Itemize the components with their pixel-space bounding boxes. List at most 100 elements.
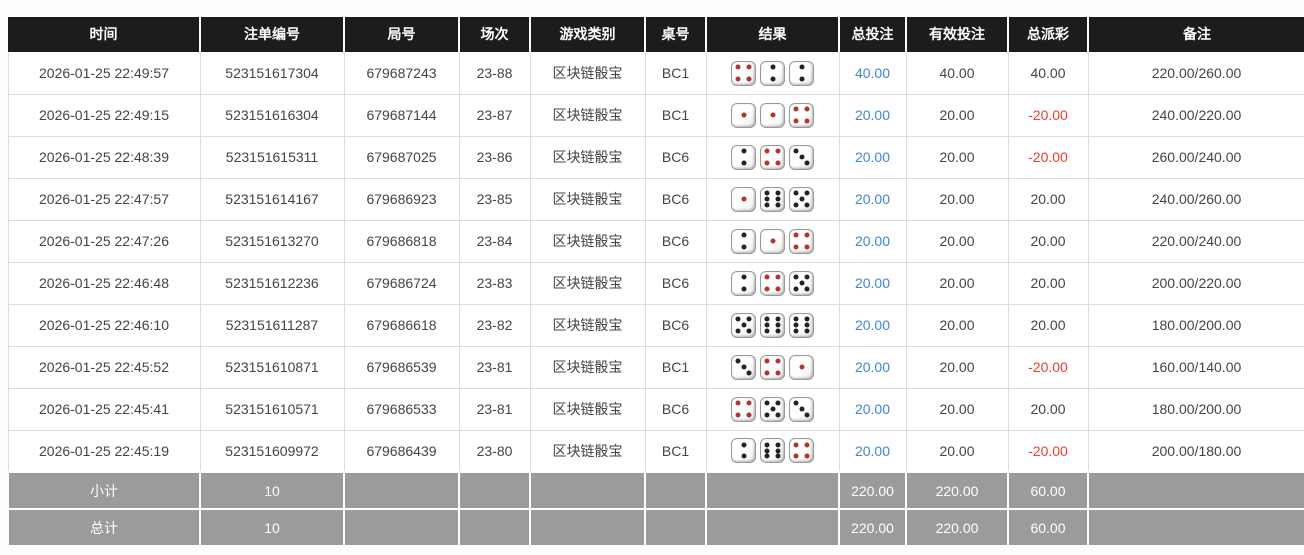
die-4 (760, 144, 785, 170)
cell-total-payout: 20.00 (1007, 387, 1089, 431)
die-pip (775, 412, 781, 418)
cell-total-bet[interactable]: 20.00 (838, 303, 907, 347)
die-6 (760, 438, 785, 464)
cell-total-bet[interactable]: 20.00 (838, 219, 907, 263)
cell-session: 23-81 (458, 387, 531, 431)
cell-bet-id: 523151616304 (199, 93, 345, 137)
die-4 (789, 228, 814, 254)
cell-round-no: 679686618 (343, 303, 460, 347)
die-pip (804, 160, 810, 166)
cell-total-bet[interactable]: 40.00 (838, 51, 907, 95)
cell-time: 2026-01-25 22:49:15 (7, 93, 201, 137)
cell-game-type: 区块链骰宝 (529, 303, 646, 347)
die-pip (764, 196, 770, 202)
cell-bet-id: 523151609972 (199, 429, 345, 473)
die-pip (804, 274, 810, 280)
cell-result (705, 429, 840, 473)
cell-total-bet[interactable]: 20.00 (838, 135, 907, 179)
die-pip (793, 148, 799, 154)
cell-remark: 160.00/140.00 (1087, 345, 1304, 389)
die-pip (804, 412, 810, 418)
die-pip (764, 148, 770, 154)
cell-result (705, 219, 840, 263)
die-6 (760, 312, 785, 338)
die-pip (804, 244, 810, 250)
cell-total-bet[interactable]: 20.00 (838, 345, 907, 389)
cell-bet-id: 523151611287 (199, 303, 345, 347)
table-row: 2026-01-25 22:47:57 523151614167 679686923… (7, 177, 1304, 221)
die-pip (799, 154, 804, 160)
cell-time: 2026-01-25 22:47:57 (7, 177, 201, 221)
cell-round-no: 679686818 (343, 219, 460, 263)
cell-total-bet[interactable]: 20.00 (838, 429, 907, 473)
die-pip (775, 202, 781, 208)
cell-valid-bet: 20.00 (905, 177, 1009, 221)
die-pip (804, 442, 810, 448)
cell-game-type: 区块链骰宝 (529, 429, 646, 473)
cell-bet-id: 523151613270 (199, 219, 345, 263)
subtotal-empty-cell (705, 471, 840, 510)
cell-round-no: 679686533 (343, 387, 460, 431)
die-pip (746, 370, 752, 376)
die-1 (760, 102, 785, 128)
cell-game-type: 区块链骰宝 (529, 93, 646, 137)
die-pip (735, 76, 741, 82)
cell-table-no: BC6 (644, 261, 707, 305)
die-pip (764, 322, 770, 328)
cell-time: 2026-01-25 22:47:26 (7, 219, 201, 263)
cell-valid-bet: 20.00 (905, 261, 1009, 305)
die-5 (731, 312, 756, 338)
die-pip (804, 328, 810, 334)
table-row: 2026-01-25 22:49:15 523151616304 679687144… (7, 93, 1304, 137)
cell-bet-id: 523151610871 (199, 345, 345, 389)
cell-total-payout: 20.00 (1007, 177, 1089, 221)
die-pip (775, 400, 781, 406)
column-header-total-payout: 总派彩 (1008, 17, 1089, 53)
cell-table-no: BC1 (644, 345, 707, 389)
die-pip (770, 76, 775, 82)
die-pip (764, 400, 770, 406)
cell-result (705, 177, 840, 221)
die-1 (760, 228, 785, 254)
die-pip (764, 190, 770, 196)
total-empty-cell (1087, 508, 1304, 547)
cell-session: 23-88 (458, 51, 531, 95)
cell-total-bet[interactable]: 20.00 (838, 387, 907, 431)
cell-time: 2026-01-25 22:45:19 (7, 429, 201, 473)
cell-valid-bet: 40.00 (905, 51, 1009, 95)
die-pip (764, 448, 770, 454)
bet-history-table: 时间 注单编号 局号 场次 游戏类别 桌号 结果 总投注 有效投注 总派彩 备注… (7, 17, 1304, 547)
cell-total-bet[interactable]: 20.00 (838, 93, 907, 137)
die-4 (789, 438, 814, 464)
die-pip (770, 112, 775, 118)
die-pip (741, 232, 746, 238)
die-pip (793, 316, 799, 322)
cell-session: 23-85 (458, 177, 531, 221)
subtotal-row: 小计 10 220.00 220.00 60.00 (7, 471, 1304, 510)
cell-session: 23-83 (458, 261, 531, 305)
die-pip (735, 316, 741, 322)
cell-time: 2026-01-25 22:46:10 (7, 303, 201, 347)
die-pip (793, 453, 799, 459)
die-2 (760, 60, 785, 86)
total-valid-bet: 220.00 (905, 508, 1009, 547)
die-pip (775, 196, 781, 202)
die-pip (804, 322, 810, 328)
die-pip (804, 118, 810, 124)
die-pip (804, 453, 810, 459)
die-pip (741, 148, 746, 154)
die-pip (770, 238, 775, 244)
cell-total-bet[interactable]: 20.00 (838, 177, 907, 221)
cell-remark: 180.00/200.00 (1087, 387, 1304, 431)
column-header-remark: 备注 (1088, 17, 1304, 53)
die-pip (764, 202, 770, 208)
column-header-valid-bet: 有效投注 (906, 17, 1009, 53)
die-pip (775, 274, 781, 280)
cell-result (705, 93, 840, 137)
cell-total-bet[interactable]: 20.00 (838, 261, 907, 305)
cell-result (705, 345, 840, 389)
die-pip (804, 190, 810, 196)
cell-total-payout: 20.00 (1007, 303, 1089, 347)
cell-game-type: 区块链骰宝 (529, 135, 646, 179)
cell-bet-id: 523151615311 (199, 135, 345, 179)
